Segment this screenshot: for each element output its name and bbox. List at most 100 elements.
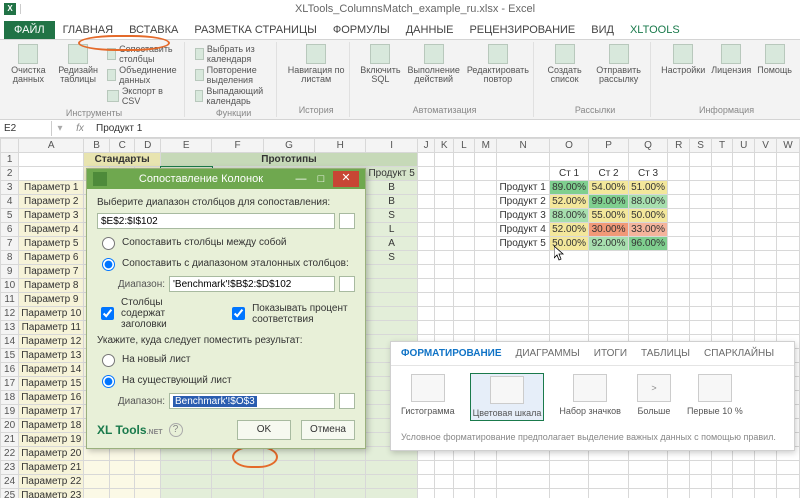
btn-sheet-nav[interactable]: Навигация по листам xyxy=(287,44,345,85)
btn-repeat-selection[interactable]: Повторение выделения xyxy=(195,65,272,85)
dialog-titlebar[interactable]: Сопоставление Колонок — □ ✕ xyxy=(87,169,365,189)
radio-new-sheet[interactable]: На новый лист xyxy=(97,351,355,367)
dialog-minimize-button[interactable]: — xyxy=(291,173,311,185)
col-header[interactable]: H xyxy=(315,139,366,153)
ref-picker-icon-2[interactable] xyxy=(339,276,355,292)
ref-picker-icon-3[interactable] xyxy=(339,393,355,409)
col-header[interactable]: E xyxy=(161,139,212,153)
param-label: Параметр 19 xyxy=(19,433,84,447)
btn-calendar[interactable]: Выбрать из календаря xyxy=(195,44,272,64)
btn-dropdown-cal[interactable]: Выпадающий календарь xyxy=(195,86,272,106)
tab-review[interactable]: РЕЦЕНЗИРОВАНИЕ xyxy=(461,21,583,39)
dialog-cancel-button[interactable]: Отмена xyxy=(301,420,355,440)
tab-home[interactable]: ГЛАВНАЯ xyxy=(55,21,121,39)
name-box[interactable]: E2 xyxy=(0,121,52,136)
dialog-close-button[interactable]: ✕ xyxy=(333,171,359,187)
btn-create-list[interactable]: Создать список xyxy=(544,44,585,85)
col-header[interactable]: V xyxy=(755,139,777,153)
input-source-range[interactable] xyxy=(97,213,335,229)
match-columns-icon xyxy=(107,48,116,60)
col-header[interactable]: J xyxy=(417,139,435,153)
btn-enable-sql[interactable]: Включить SQL xyxy=(360,44,400,85)
formula-bar-row: E2 ▾ fx Продукт 1 xyxy=(0,120,800,138)
qa-item-colorscale[interactable]: Цветовая шкала xyxy=(471,374,544,420)
tab-file[interactable]: ФАЙЛ xyxy=(4,21,55,39)
col-header[interactable]: A xyxy=(19,139,84,153)
btn-match-columns[interactable]: Сопоставить столбцы xyxy=(107,44,180,64)
excel-app-icon: X xyxy=(4,3,16,15)
col-header[interactable]: T xyxy=(711,139,732,153)
btn-merge-data[interactable]: Объединение данных xyxy=(107,65,180,85)
col-header[interactable]: R xyxy=(668,139,690,153)
merge-icon xyxy=(107,69,116,81)
param-label: Параметр 12 xyxy=(19,335,84,349)
dialog-maximize-button[interactable]: □ xyxy=(311,173,331,185)
ref-picker-icon[interactable] xyxy=(339,213,355,229)
label-place-result: Укажите, куда следует поместить результа… xyxy=(97,335,355,346)
row-header[interactable]: 1 xyxy=(1,153,19,167)
col-header[interactable]: G xyxy=(263,139,314,153)
col-header[interactable]: O xyxy=(549,139,589,153)
btn-clean-data[interactable]: Очистка данных xyxy=(8,44,49,85)
radio-between[interactable]: Сопоставить столбцы между собой xyxy=(97,234,355,250)
param-label: Параметр 23 xyxy=(19,489,84,499)
tab-insert[interactable]: ВСТАВКА xyxy=(121,21,186,39)
qa-tab-sparklines[interactable]: СПАРКЛАЙНЫ xyxy=(704,348,774,359)
ribbon-group-functions: Выбрать из календаря Повторение выделени… xyxy=(191,42,277,117)
name-box-dropdown-icon[interactable]: ▾ xyxy=(52,123,68,134)
col-header[interactable]: B xyxy=(84,139,110,153)
qa-tab-totals[interactable]: ИТОГИ xyxy=(594,348,627,359)
qa-tab-charts[interactable]: ДИАГРАММЫ xyxy=(516,348,580,359)
formula-bar[interactable]: Продукт 1 xyxy=(92,121,800,136)
col-header[interactable]: K xyxy=(435,139,453,153)
dialog-help-icon[interactable]: ? xyxy=(169,423,183,437)
input-result-range[interactable]: Benchmark'!$O$3 xyxy=(173,396,257,407)
radio-with-reference[interactable]: Сопоставить с диапазоном эталонных столб… xyxy=(97,255,355,271)
param-label: Параметр 17 xyxy=(19,405,84,419)
col-header[interactable]: W xyxy=(776,139,799,153)
ribbon-group-instruments: Очистка данных Редизайн таблицы Сопостав… xyxy=(4,42,185,117)
btn-run-actions[interactable]: Выполнение действий xyxy=(407,44,461,85)
param-label: Параметр 14 xyxy=(19,363,84,377)
col-header[interactable]: F xyxy=(212,139,263,153)
col-header[interactable]: U xyxy=(733,139,755,153)
col-header[interactable]: C xyxy=(109,139,135,153)
qa-item-iconset[interactable]: Набор значков xyxy=(559,374,621,420)
col-header[interactable]: I xyxy=(366,139,417,153)
btn-redesign-table[interactable]: Редизайн таблицы xyxy=(55,44,102,85)
btn-send-mail[interactable]: Отправить рассылку xyxy=(591,44,646,85)
col-header[interactable]: Q xyxy=(628,139,668,153)
col-header[interactable]: P xyxy=(589,139,629,153)
col-header[interactable]: N xyxy=(497,139,549,153)
fx-icon[interactable]: fx xyxy=(68,123,92,134)
tab-formulas[interactable]: ФОРМУЛЫ xyxy=(325,21,398,39)
qa-item-databar[interactable]: Гистограмма xyxy=(401,374,455,420)
columns-match-dialog: Сопоставление Колонок — □ ✕ Выберите диа… xyxy=(86,168,366,449)
col-header[interactable]: M xyxy=(475,139,497,153)
btn-license[interactable]: Лицензия xyxy=(711,44,751,75)
qa-tab-formatting[interactable]: ФОРМАТИРОВАНИЕ xyxy=(401,348,502,359)
col-header[interactable]: S xyxy=(690,139,712,153)
input-ref-range[interactable] xyxy=(169,276,335,292)
dialog-ok-button[interactable]: OK xyxy=(237,420,291,440)
chk-percent[interactable]: Показывать процент соответствия xyxy=(228,297,355,330)
qa-item-more[interactable]: >Больше xyxy=(637,374,671,420)
mouse-cursor-icon xyxy=(554,246,566,262)
btn-export-csv[interactable]: Экспорт в CSV xyxy=(107,86,180,106)
param-label: Параметр 16 xyxy=(19,391,84,405)
chk-headers[interactable]: Столбцы содержат заголовки xyxy=(97,297,208,330)
tab-view[interactable]: ВИД xyxy=(583,21,622,39)
radio-existing-sheet[interactable]: На существующий лист xyxy=(97,372,355,388)
btn-edit-repeat[interactable]: Редактировать повтор xyxy=(467,44,529,85)
btn-help[interactable]: Помощь xyxy=(757,44,792,75)
qa-item-top10[interactable]: Первые 10 % xyxy=(687,374,743,420)
iconset-icon xyxy=(573,374,607,402)
col-header[interactable]: L xyxy=(453,139,474,153)
btn-settings[interactable]: Настройки xyxy=(661,44,705,75)
param-label: Параметр 11 xyxy=(19,321,84,335)
qa-tab-tables[interactable]: ТАБЛИЦЫ xyxy=(641,348,690,359)
tab-layout[interactable]: РАЗМЕТКА СТРАНИЦЫ xyxy=(186,21,324,39)
tab-xltools[interactable]: XLTools xyxy=(622,21,688,39)
tab-data[interactable]: ДАННЫЕ xyxy=(398,21,462,39)
col-header[interactable]: D xyxy=(135,139,161,153)
